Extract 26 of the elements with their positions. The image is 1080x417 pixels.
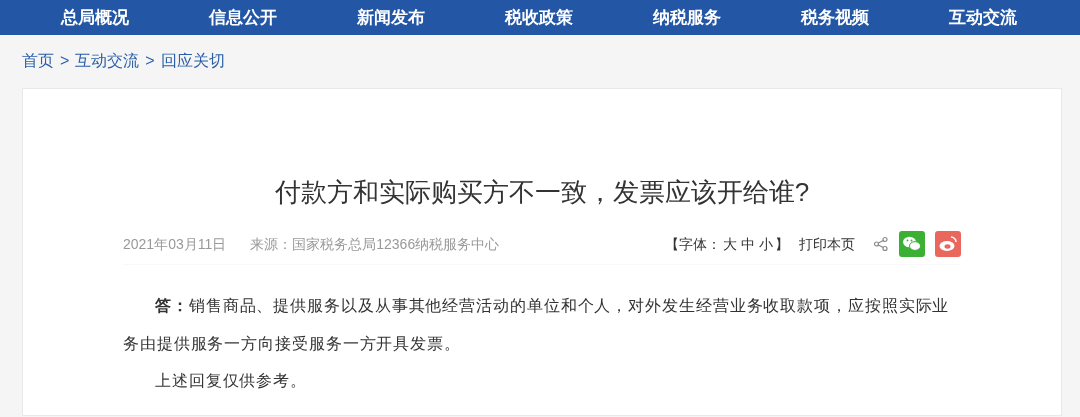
wechat-icon[interactable]	[899, 231, 925, 258]
nav-link[interactable]: 税收政策	[465, 0, 613, 35]
font-size-option[interactable]: 中	[741, 233, 755, 255]
nav-link[interactable]: 信息公开	[169, 0, 317, 35]
bracket: 】	[775, 234, 789, 254]
article-source: 来源：国家税务总局12366纳税服务中心	[250, 234, 500, 254]
nav-link[interactable]: 新闻发布	[317, 0, 465, 35]
breadcrumb-link[interactable]: 回应关切	[160, 49, 225, 73]
article-title: 付款方和实际购买方不一致，发票应该开给谁?	[273, 176, 811, 209]
print-link[interactable]: 打印本页	[799, 233, 855, 255]
publish-date: 2021年03月11日	[123, 234, 227, 254]
nav-link[interactable]: 总局概况	[21, 0, 169, 35]
breadcrumb-link[interactable]: 互动交流	[75, 49, 140, 73]
breadcrumb-link[interactable]: 首页	[22, 49, 54, 73]
breadcrumb-separator: >	[145, 51, 155, 71]
font-size-option[interactable]: 小	[759, 233, 773, 255]
answer-paragraph: 上述回复仅供参考。	[154, 371, 309, 392]
nav-link[interactable]: 互动交流	[909, 0, 1057, 35]
share-icon[interactable]	[873, 236, 889, 253]
nav-link[interactable]: 纳税服务	[613, 0, 761, 35]
weibo-icon[interactable]	[935, 231, 961, 258]
nav-link[interactable]: 税务视频	[761, 0, 909, 35]
breadcrumb-separator: >	[60, 51, 70, 71]
font-size-label: 【字体：	[665, 234, 721, 254]
answer-paragraph: 答：销售商品、提供服务以及从事其他经营活动的单位和个人，对外发生经营业务收取款项，应按照实际业务由提供服务一方向接受服务一方开具发票。	[123, 296, 951, 354]
font-size-option[interactable]: 大	[723, 233, 737, 255]
